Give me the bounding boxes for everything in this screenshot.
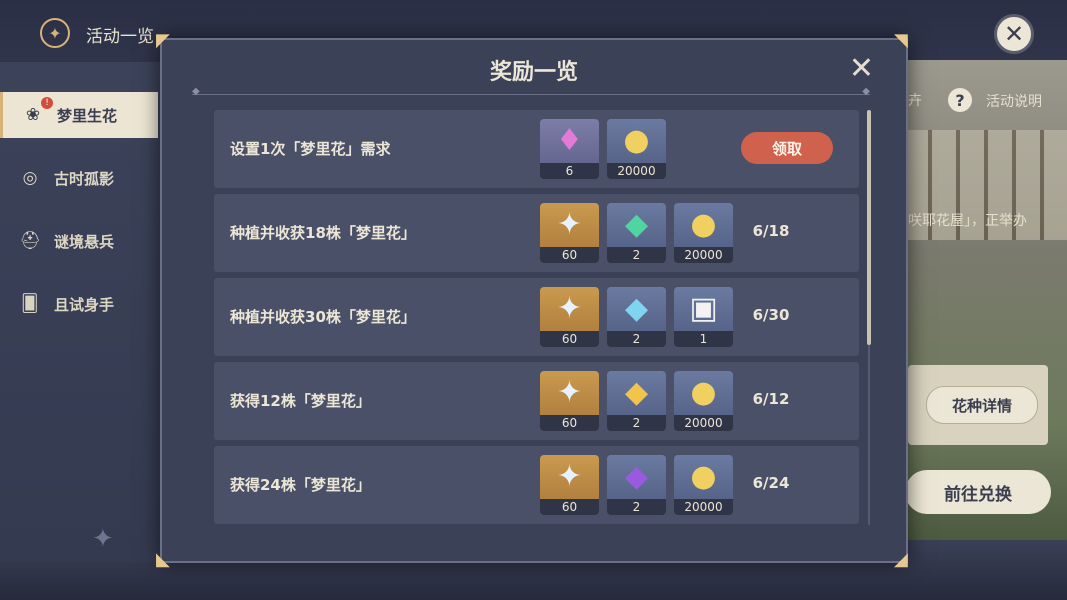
reward-count: 2 — [607, 415, 666, 431]
help-label[interactable]: 活动说明 — [986, 91, 1042, 111]
reward-count: 1 — [674, 331, 733, 347]
crystal-icon: ♦ — [556, 123, 583, 158]
reward-item[interactable]: ✦ 60 — [540, 203, 599, 263]
reward-items: ✦ 60 ◆ 2 ▣ 1 — [540, 287, 733, 347]
alert-badge: ! — [41, 97, 53, 109]
sidebar-item-ancient-shadow[interactable]: ◎ 古时孤影 — [0, 155, 158, 201]
reward-item[interactable]: ● 20000 — [674, 371, 733, 431]
reward-count: 20000 — [674, 499, 733, 515]
progress-text: 6/12 — [752, 390, 790, 408]
task-description: 种植并收获30株「梦里花」 — [230, 308, 416, 326]
mora-coin-icon: ● — [690, 375, 717, 410]
helmet-icon: ⛑ — [19, 231, 41, 251]
flower-details-button[interactable]: 花种详情 — [926, 386, 1038, 424]
sidebar-item-try-skills[interactable]: 🂠 且试身手 — [0, 281, 158, 327]
hero-wit-icon: ✦ — [556, 459, 583, 494]
reward-count: 60 — [540, 415, 599, 431]
reward-count: 60 — [540, 247, 599, 263]
reward-item[interactable]: ◆ 2 — [607, 203, 666, 263]
reward-items: ✦ 60 ◆ 2 ● 20000 — [540, 455, 733, 515]
sidebar-item-label: 谜境悬兵 — [54, 232, 115, 251]
sidebar-item-label: 古时孤影 — [54, 169, 115, 188]
reward-list: 设置1次「梦里花」需求 ♦ 6 ● 20000 领取 种植并收获18株「梦里花」… — [214, 110, 859, 528]
violet-gem-icon: ◆ — [624, 459, 649, 494]
reward-item[interactable]: ● 20000 — [607, 119, 666, 179]
task-description: 获得12株「梦里花」 — [230, 392, 371, 410]
partial-heading-text: 卉 — [908, 93, 922, 109]
mora-coin-icon: ● — [690, 459, 717, 494]
reward-count: 2 — [607, 331, 666, 347]
modal-title: 奖励一览 — [489, 60, 578, 85]
reward-item[interactable]: ✦ 60 — [540, 371, 599, 431]
mora-coin-icon: ● — [623, 123, 650, 158]
reward-items: ♦ 6 ● 20000 — [540, 119, 666, 179]
claim-button[interactable]: 领取 — [741, 132, 833, 164]
corner-ornament-icon: ◣ — [156, 549, 170, 570]
reward-item[interactable]: ▣ 1 — [674, 287, 733, 347]
task-description: 种植并收获18株「梦里花」 — [230, 224, 416, 242]
hero-wit-icon: ✦ — [556, 207, 583, 242]
rewards-modal: ◤ ◥ ◣ ◢ 奖励一览 ✕ 设置1次「梦里花」需求 ♦ 6 ● 20000 领… — [156, 32, 908, 569]
reward-count: 2 — [607, 247, 666, 263]
flower-pot-icon: ❀! — [19, 97, 53, 129]
help-icon[interactable]: ? — [948, 88, 972, 112]
reward-count: 60 — [540, 499, 599, 515]
hero-wit-icon: ✦ — [556, 291, 583, 326]
page-title: 活动一览 — [86, 27, 154, 47]
reward-count: 20000 — [674, 415, 733, 431]
reward-item[interactable]: ♦ 6 — [540, 119, 599, 179]
reward-count: 60 — [540, 331, 599, 347]
reward-row: 获得12株「梦里花」 ✦ 60 ◆ 2 ● 20000 6/12 — [214, 362, 859, 440]
reward-count: 20000 — [674, 247, 733, 263]
task-description: 获得24株「梦里花」 — [230, 476, 371, 494]
corner-ornament-icon: ◥ — [894, 30, 908, 51]
go-exchange-button[interactable]: 前往兑换 — [905, 470, 1051, 514]
scrollbar-thumb[interactable] — [867, 110, 871, 345]
reward-item[interactable]: ◆ 2 — [607, 371, 666, 431]
reward-item[interactable]: ● 20000 — [674, 203, 733, 263]
reward-item[interactable]: ◆ 2 — [607, 287, 666, 347]
compass-ring-icon: ◎ — [22, 168, 38, 188]
cards-icon: 🂠 — [21, 294, 39, 314]
sidebar-item-mystery-soldier[interactable]: ⛑ 谜境悬兵 — [0, 218, 158, 264]
reward-item[interactable]: ✦ 60 — [540, 287, 599, 347]
reward-row: 种植并收获18株「梦里花」 ✦ 60 ◆ 2 ● 20000 6/18 — [214, 194, 859, 272]
reward-item[interactable]: ◆ 2 — [607, 455, 666, 515]
reward-items: ✦ 60 ◆ 2 ● 20000 — [540, 203, 733, 263]
sidebar-item-dream-flower[interactable]: ❀! 梦里生花 — [0, 92, 158, 138]
reward-count: 2 — [607, 499, 666, 515]
sidebar-item-label: 且试身手 — [54, 295, 115, 314]
cyan-gem-icon: ◆ — [624, 291, 649, 326]
event-description-text: 咲耶花屋」，正举办 — [908, 213, 1027, 229]
gold-gem-icon: ◆ — [624, 375, 649, 410]
star-ornament-icon: ✦ — [92, 524, 114, 554]
close-icon[interactable]: ✕ — [994, 14, 1034, 54]
progress-text: 6/24 — [752, 474, 790, 492]
task-description: 设置1次「梦里花」需求 — [230, 140, 391, 158]
reward-item[interactable]: ✦ 60 — [540, 455, 599, 515]
title-divider — [192, 86, 870, 97]
hero-wit-icon: ✦ — [556, 375, 583, 410]
reward-row: 设置1次「梦里花」需求 ♦ 6 ● 20000 领取 — [214, 110, 859, 188]
reward-row: 种植并收获30株「梦里花」 ✦ 60 ◆ 2 ▣ 1 6/30 — [214, 278, 859, 356]
corner-ornament-icon: ◢ — [894, 549, 908, 570]
green-gem-icon: ◆ — [624, 207, 649, 242]
reward-item[interactable]: ● 20000 — [674, 455, 733, 515]
reward-items: ✦ 60 ◆ 2 ● 20000 — [540, 371, 733, 431]
modal-close-icon[interactable]: ✕ — [849, 54, 874, 84]
mora-coin-icon: ● — [690, 207, 717, 242]
progress-text: 6/18 — [752, 222, 790, 240]
reward-row: 获得24株「梦里花」 ✦ 60 ◆ 2 ● 20000 6/24 — [214, 446, 859, 524]
progress-text: 6/30 — [752, 306, 790, 324]
compass-icon: ✦ — [40, 18, 70, 48]
reward-count: 6 — [540, 163, 599, 179]
gift-box-icon: ▣ — [689, 291, 718, 326]
reward-count: 20000 — [607, 163, 666, 179]
corner-ornament-icon: ◤ — [156, 30, 170, 51]
sidebar-item-label: 梦里生花 — [57, 106, 118, 125]
activity-sidebar: ❀! 梦里生花 ◎ 古时孤影 ⛑ 谜境悬兵 🂠 且试身手 ✦ — [0, 62, 161, 562]
